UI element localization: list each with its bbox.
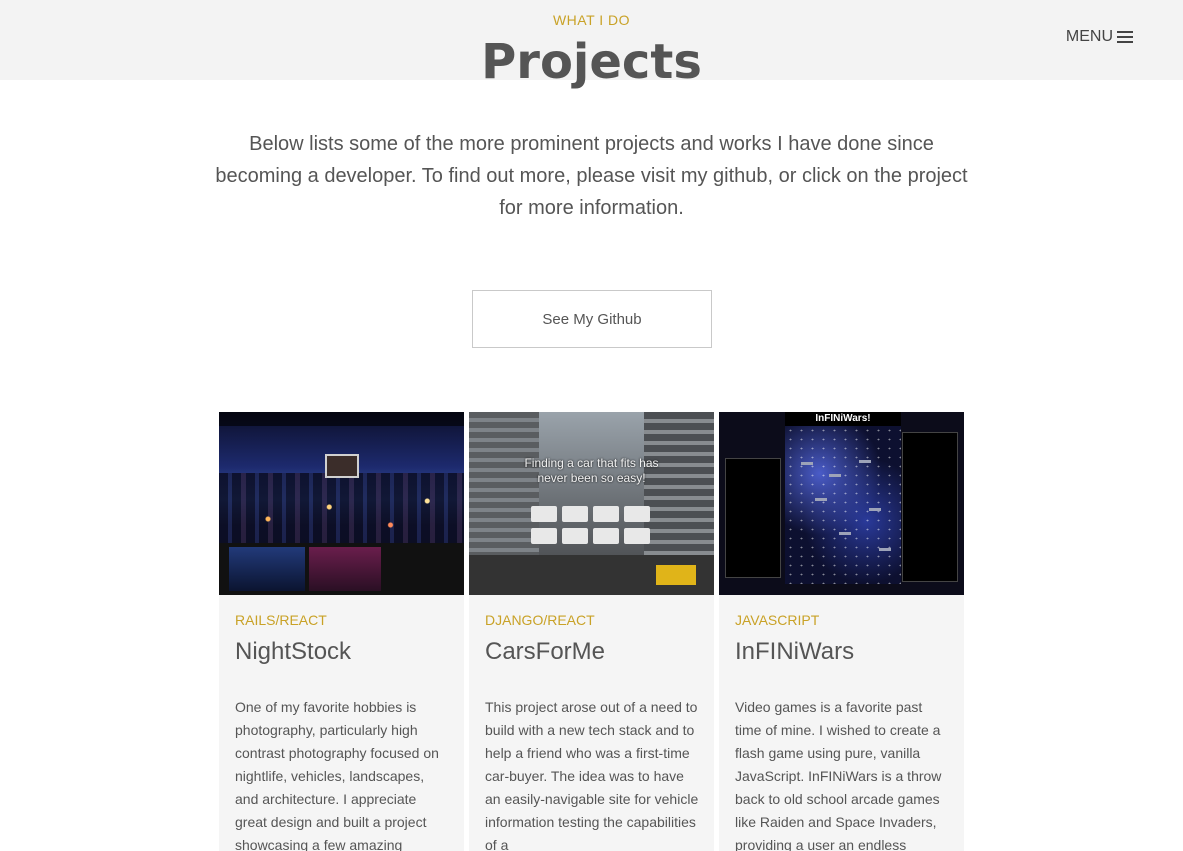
thumb-info-panel	[725, 458, 781, 578]
thumb-enemy-ship	[829, 474, 841, 477]
thumb-nav-strip	[219, 412, 464, 426]
project-tag: RAILS/REACT	[235, 612, 327, 628]
thumb-enemy-ship	[839, 532, 851, 535]
thumb-stars	[785, 426, 901, 584]
thumb-taxi	[656, 565, 696, 585]
thumb-gallery-strip	[219, 543, 464, 595]
nightstock-thumbnail[interactable]	[219, 412, 464, 595]
project-description: This project arose out of a need to buil…	[485, 699, 699, 851]
project-description: One of my favorite hobbies is photograph…	[235, 699, 439, 851]
project-cards: RAILS/REACT NightStock One of my favorit…	[219, 412, 964, 851]
thumb-score-panel	[902, 432, 958, 582]
see-github-button[interactable]: See My Github	[472, 290, 712, 348]
project-tag: JAVASCRIPT	[735, 612, 820, 628]
page-title: Projects	[481, 34, 702, 90]
project-card-infiniwars[interactable]: InFINiWars! JAVASCRIPT InFINiWars Video …	[719, 412, 964, 851]
thumb-gallery-image	[309, 547, 381, 591]
thumb-enemy-ship	[859, 460, 871, 463]
intro-text: Below lists some of the more prominent p…	[215, 133, 968, 219]
project-title[interactable]: InFINiWars	[735, 638, 854, 666]
thumb-body-type-grid	[531, 506, 653, 544]
thumb-gallery-image	[229, 547, 305, 591]
project-title[interactable]: NightStock	[235, 638, 351, 666]
thumb-enemy-ship	[869, 508, 881, 511]
project-title[interactable]: CarsForMe	[485, 638, 605, 666]
carsforme-thumbnail[interactable]: Finding a car that fits has never been s…	[469, 412, 714, 595]
thumb-headline: Finding a car that fits has never been s…	[524, 456, 659, 485]
thumb-enemy-ship	[801, 462, 813, 465]
section-eyebrow: WHAT I DO	[552, 12, 631, 28]
project-card-carsforme[interactable]: Finding a car that fits has never been s…	[469, 412, 714, 851]
project-card-nightstock[interactable]: RAILS/REACT NightStock One of my favorit…	[219, 412, 464, 851]
thumb-game-title: InFINiWars!	[785, 412, 901, 426]
project-tag: DJANGO/REACT	[485, 612, 595, 628]
infiniwars-thumbnail[interactable]: InFINiWars!	[719, 412, 964, 595]
thumb-city-lights	[219, 483, 464, 543]
thumb-enemy-ship	[879, 548, 891, 551]
thumb-enemy-ship	[815, 498, 827, 501]
project-description: Video games is a favorite past time of m…	[735, 699, 942, 851]
thumb-avatar	[325, 454, 359, 478]
